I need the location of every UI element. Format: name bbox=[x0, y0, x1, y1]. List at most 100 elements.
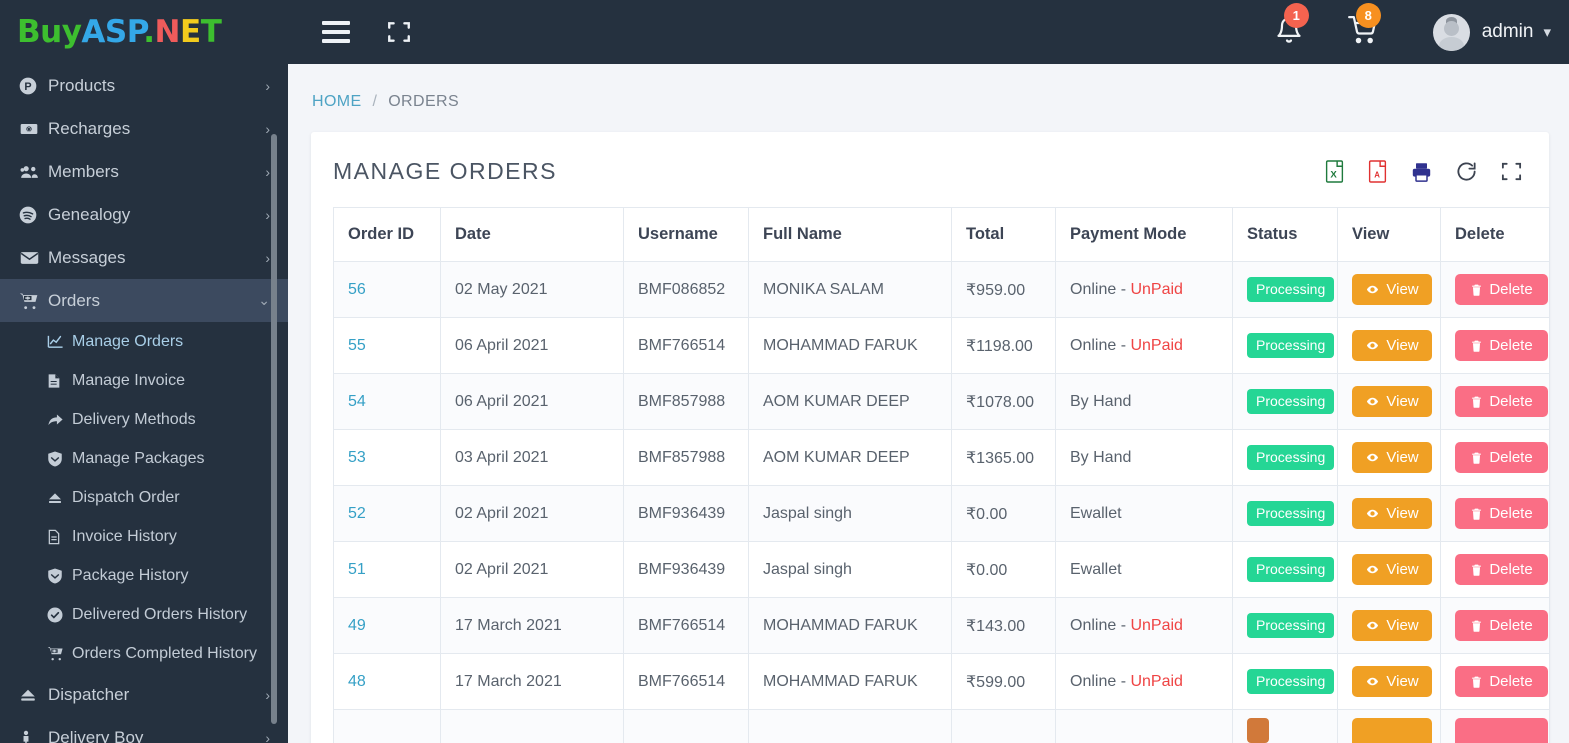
order-id-link[interactable]: 54 bbox=[348, 393, 366, 410]
order-id-link[interactable]: 55 bbox=[348, 337, 366, 354]
delete-button[interactable]: Delete bbox=[1455, 330, 1548, 361]
delete-button[interactable]: Delete bbox=[1455, 554, 1548, 585]
table-row: 53 03 April 2021 BMF857988 AOM KUMAR DEEP ₹1… bbox=[333, 429, 1550, 486]
order-id-link[interactable]: 49 bbox=[348, 617, 366, 634]
brand-buy: Buy bbox=[17, 14, 82, 50]
sidebar-item-dispatcher[interactable]: Dispatcher › bbox=[0, 673, 288, 716]
sidebar-item-orders[interactable]: Orders ⌄ bbox=[0, 279, 288, 322]
chevron-right-icon: › bbox=[265, 249, 270, 266]
sidebar-item-recharges[interactable]: 0 Recharges › bbox=[0, 107, 288, 150]
sidebar-item-orders-completed-history[interactable]: Orders Completed History bbox=[0, 634, 288, 673]
status-badge: Processing bbox=[1247, 277, 1335, 302]
main-content: HOME / ORDERS MANAGE ORDERS X A Order ID… bbox=[288, 64, 1569, 743]
hamburger-menu-icon[interactable] bbox=[322, 21, 350, 43]
view-button[interactable]: View bbox=[1352, 386, 1432, 417]
order-id-link[interactable]: 51 bbox=[348, 561, 366, 578]
cell-payment-mode: Online - UnPaid bbox=[1055, 653, 1233, 710]
refresh-icon[interactable] bbox=[1455, 160, 1478, 183]
sidebar-item-invoice-history[interactable]: Invoice History bbox=[0, 517, 288, 556]
col-header-username: Username bbox=[623, 207, 749, 262]
cell-total: ₹143.00 bbox=[951, 597, 1056, 654]
cell-total bbox=[951, 709, 1056, 743]
users-group-icon bbox=[18, 162, 48, 182]
brand-logo[interactable]: BuyASP.NET bbox=[0, 14, 288, 50]
cell-delete: Delete bbox=[1440, 653, 1550, 710]
avatar[interactable] bbox=[1432, 13, 1470, 51]
cart-icon[interactable]: 8 bbox=[1347, 2, 1381, 49]
sidebar-item-label: Orders bbox=[48, 290, 100, 310]
order-id-link[interactable]: 52 bbox=[348, 505, 366, 522]
delete-button[interactable]: Delete bbox=[1455, 274, 1548, 305]
sidebar-item-delivery-methods[interactable]: Delivery Methods bbox=[0, 400, 288, 439]
chevron-right-icon: › bbox=[265, 206, 270, 223]
delete-button[interactable]: Delete bbox=[1455, 610, 1548, 641]
sidebar-item-dispatch-order[interactable]: Dispatch Order bbox=[0, 478, 288, 517]
sidebar-subitem-label: Orders Completed History bbox=[72, 644, 257, 662]
notifications-bell[interactable]: 1 bbox=[1275, 2, 1309, 49]
sidebar-item-products[interactable]: P Products › bbox=[0, 64, 288, 107]
sidebar-item-delivery-boy[interactable]: Delivery Boy › bbox=[0, 716, 288, 743]
payment-status-text: UnPaid bbox=[1130, 336, 1183, 354]
cart-badge: 8 bbox=[1355, 2, 1381, 28]
cell-delete: Delete bbox=[1440, 429, 1550, 486]
notification-badge: 1 bbox=[1283, 2, 1309, 28]
sidebar-item-manage-invoice[interactable]: Manage Invoice bbox=[0, 361, 288, 400]
sidebar-item-members[interactable]: Members › bbox=[0, 150, 288, 193]
view-button[interactable]: View bbox=[1352, 554, 1432, 585]
print-icon[interactable] bbox=[1410, 161, 1433, 183]
breadcrumb-home[interactable]: HOME bbox=[312, 93, 362, 110]
order-id-link[interactable]: 56 bbox=[348, 281, 366, 298]
delete-button[interactable]: Delete bbox=[1455, 442, 1548, 473]
col-header-date: Date bbox=[440, 207, 624, 262]
delete-button[interactable]: Delete bbox=[1455, 666, 1548, 697]
view-button[interactable]: View bbox=[1352, 666, 1432, 697]
sidebar-item-genealogy[interactable]: Genealogy › bbox=[0, 193, 288, 236]
export-excel-icon[interactable]: X bbox=[1324, 160, 1345, 183]
fullscreen-icon[interactable] bbox=[386, 19, 412, 45]
brand-t: T bbox=[200, 14, 222, 50]
col-header-status: Status bbox=[1232, 207, 1338, 262]
view-button[interactable]: View bbox=[1352, 274, 1432, 305]
view-button[interactable]: View bbox=[1352, 498, 1432, 529]
eye-icon bbox=[1365, 451, 1380, 464]
payment-mode-text: By Hand bbox=[1070, 448, 1132, 466]
cell-status: Processing bbox=[1232, 485, 1338, 542]
status-badge: Processing bbox=[1247, 557, 1335, 582]
sidebar-item-package-history[interactable]: Package History bbox=[0, 556, 288, 595]
trash-icon bbox=[1470, 675, 1483, 689]
sidebar-item-messages[interactable]: Messages › bbox=[0, 236, 288, 279]
delete-button[interactable]: Delete bbox=[1455, 386, 1548, 417]
username-label[interactable]: admin bbox=[1482, 21, 1534, 43]
status-badge: Processing bbox=[1247, 389, 1335, 414]
view-button[interactable]: View bbox=[1352, 442, 1432, 473]
cell-username: BMF766514 bbox=[623, 317, 749, 374]
chevron-down-icon: ⌄ bbox=[258, 292, 270, 308]
delete-button[interactable]: Delete bbox=[1455, 498, 1548, 529]
manage-orders-card: MANAGE ORDERS X A Order ID Date Username… bbox=[311, 132, 1550, 743]
order-id-link[interactable]: 48 bbox=[348, 673, 366, 690]
status-badge: Processing bbox=[1247, 445, 1335, 470]
cell-status: Processing bbox=[1232, 373, 1338, 430]
sidebar-item-manage-orders[interactable]: Manage Orders bbox=[0, 322, 288, 361]
export-pdf-icon[interactable]: A bbox=[1367, 160, 1388, 183]
brand-asp: ASP bbox=[81, 14, 144, 50]
view-button[interactable]: View bbox=[1352, 330, 1432, 361]
sidebar-item-delivered-orders-history[interactable]: Delivered Orders History bbox=[0, 595, 288, 634]
payment-mode-text: Online - bbox=[1070, 672, 1131, 690]
cell-order-id bbox=[333, 709, 441, 743]
table-row: 54 06 April 2021 BMF857988 AOM KUMAR DEEP ₹1… bbox=[333, 373, 1550, 430]
delete-button[interactable] bbox=[1455, 718, 1548, 743]
sidebar-subitem-label: Manage Packages bbox=[72, 449, 205, 467]
person-icon bbox=[18, 728, 48, 743]
order-id-link[interactable]: 53 bbox=[348, 449, 366, 466]
fullscreen-icon[interactable] bbox=[1500, 160, 1523, 183]
sidebar-scrollbar[interactable] bbox=[271, 134, 277, 724]
view-button[interactable] bbox=[1352, 718, 1432, 743]
cell-view: View bbox=[1337, 429, 1441, 486]
sidebar-item-manage-packages[interactable]: Manage Packages bbox=[0, 439, 288, 478]
view-button[interactable]: View bbox=[1352, 610, 1432, 641]
chevron-down-icon[interactable]: ▾ bbox=[1543, 23, 1551, 41]
trash-icon bbox=[1470, 619, 1483, 633]
cell-view: View bbox=[1337, 317, 1441, 374]
sidebar-subitem-label: Delivery Methods bbox=[72, 410, 196, 428]
